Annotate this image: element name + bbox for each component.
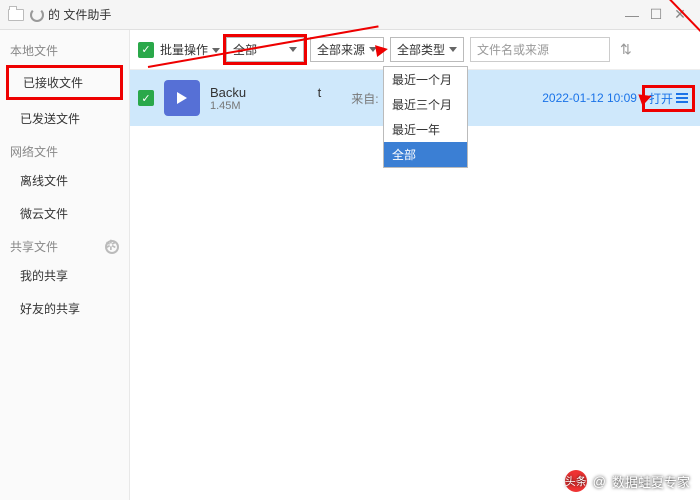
title-bar: 的 文件助手 — ☐ ✕: [0, 0, 700, 30]
search-input[interactable]: 文件名或来源: [470, 37, 610, 62]
time-filter-dropdown[interactable]: 全部: [226, 37, 304, 62]
folder-icon: [8, 9, 24, 21]
sidebar-item-received[interactable]: 已接收文件: [6, 65, 123, 100]
file-name-suffix: t: [318, 85, 322, 100]
window-title: 的 文件助手: [48, 6, 111, 23]
batch-operations-label[interactable]: 批量操作: [160, 41, 220, 58]
sidebar-item-myshare[interactable]: 我的共享: [0, 259, 129, 292]
watermark-logo-icon: 头条: [565, 470, 587, 492]
sidebar-item-weiyun[interactable]: 微云文件: [0, 197, 129, 230]
sidebar-section-network: 网络文件: [0, 135, 129, 164]
toolbar: ✓ 批量操作 全部 全部来源 全部类型 文件名或来源 ⇅: [130, 30, 700, 70]
file-date: 2022-01-12 10:09: [542, 91, 637, 105]
select-all-checkbox[interactable]: ✓: [138, 42, 154, 58]
dd-item-1month[interactable]: 最近一个月: [384, 67, 467, 92]
file-name-prefix: Backu: [210, 85, 246, 100]
chevron-down-icon: [289, 47, 297, 52]
type-filter-dropdown[interactable]: 全部类型: [390, 37, 464, 62]
file-size: 1.45M: [210, 100, 321, 112]
sidebar: 本地文件 已接收文件 已发送文件 网络文件 离线文件 微云文件 共享文件 我的共…: [0, 30, 130, 500]
file-checkbox[interactable]: ✓: [138, 90, 154, 106]
sort-button[interactable]: ⇅: [616, 41, 636, 58]
sidebar-item-sent[interactable]: 已发送文件: [0, 102, 129, 135]
chevron-down-icon: [449, 47, 457, 52]
file-info: Backuxxxxxxxxxxxt 1.45M: [210, 85, 321, 112]
sidebar-item-offline[interactable]: 离线文件: [0, 164, 129, 197]
minimize-button[interactable]: —: [620, 5, 644, 25]
refresh-icon: [30, 8, 44, 22]
gear-icon[interactable]: [105, 240, 119, 254]
chevron-down-icon: [212, 48, 220, 53]
menu-icon[interactable]: [676, 91, 688, 105]
source-filter-dropdown[interactable]: 全部来源: [310, 37, 384, 62]
dd-item-3month[interactable]: 最近三个月: [384, 92, 467, 117]
time-filter-menu: 最近一个月 最近三个月 最近一年 全部: [383, 66, 468, 168]
sidebar-section-shared: 共享文件: [0, 230, 129, 259]
watermark-author: 数据蛙夏专家: [612, 472, 690, 491]
dd-item-all[interactable]: 全部: [384, 142, 467, 167]
maximize-button[interactable]: ☐: [644, 5, 668, 25]
watermark-at: @: [593, 474, 606, 489]
sidebar-section-shared-label: 共享文件: [10, 238, 58, 255]
sidebar-item-friendshare[interactable]: 好友的共享: [0, 292, 129, 325]
dd-item-1year[interactable]: 最近一年: [384, 117, 467, 142]
close-button[interactable]: ✕: [668, 5, 692, 25]
annotation-arrowhead: [375, 43, 389, 57]
sidebar-section-local: 本地文件: [0, 34, 129, 63]
watermark: 头条 @ 数据蛙夏专家: [565, 470, 690, 492]
video-file-icon: [164, 80, 200, 116]
